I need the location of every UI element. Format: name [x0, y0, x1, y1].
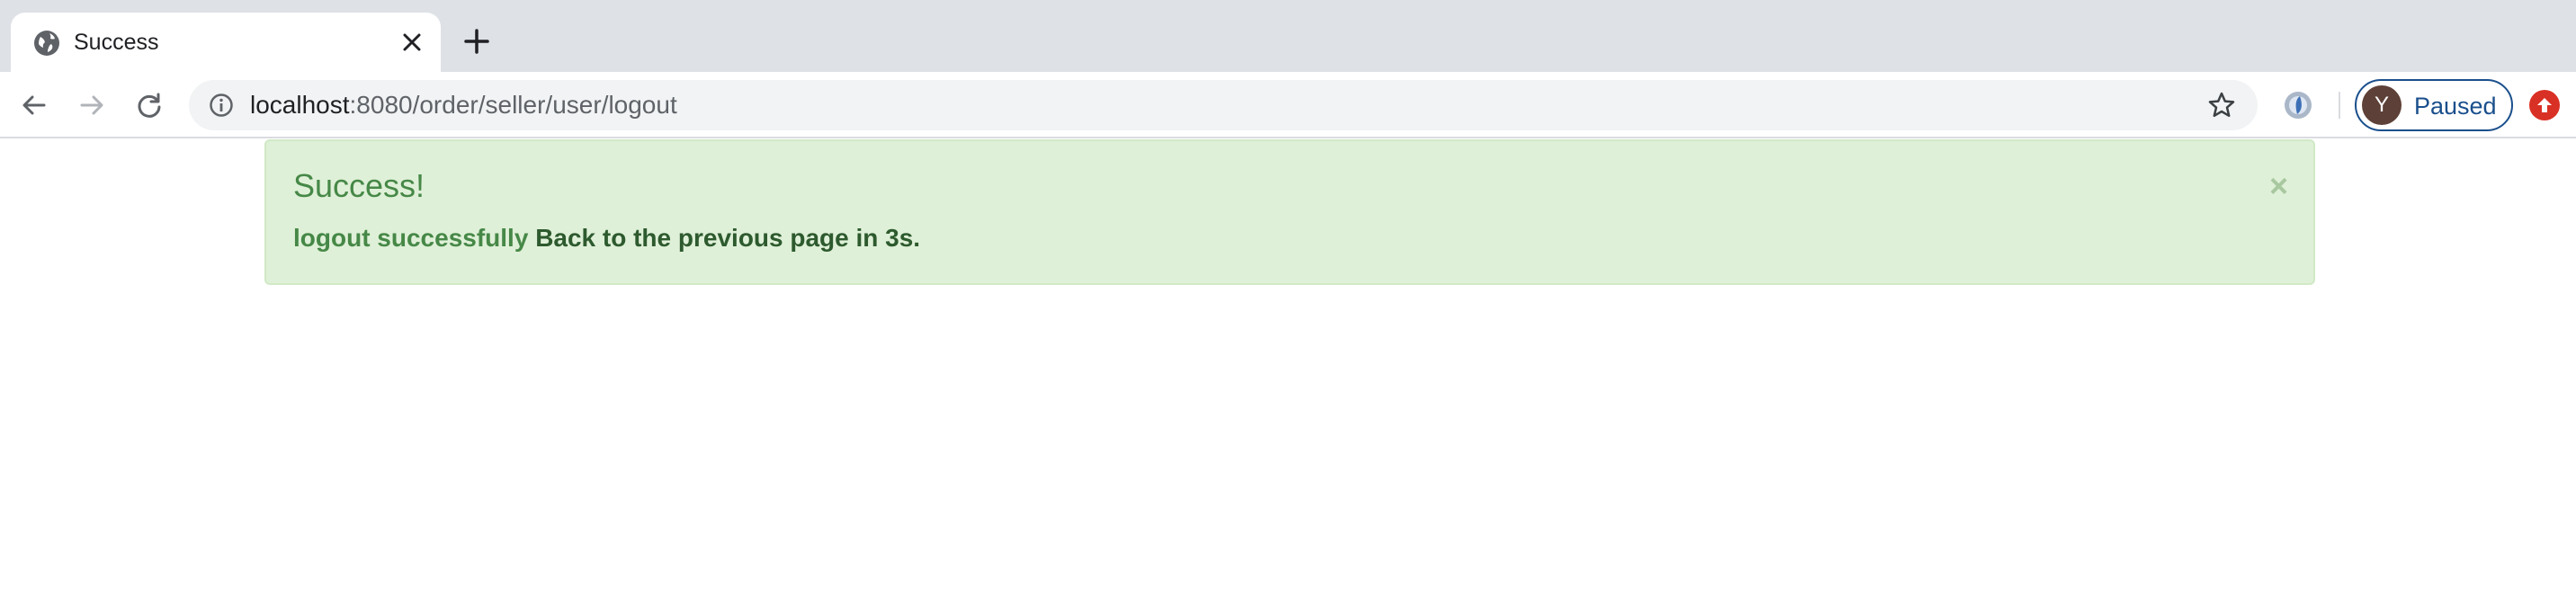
alert-heading: Success! [293, 167, 425, 204]
profile-status-label: Paused [2414, 93, 2497, 120]
globe-icon [32, 29, 61, 58]
arrow-right-icon[interactable] [72, 85, 112, 125]
close-icon[interactable]: × [2269, 168, 2288, 204]
tab-strip: Success [0, 0, 2576, 72]
browser-toolbar: localhost:8080/order/seller/user/logout … [0, 72, 2576, 138]
profile-button[interactable]: Y Paused [2355, 79, 2513, 131]
tab-title: Success [74, 30, 159, 55]
success-alert: Success! logout successfully Back to the… [264, 139, 2315, 285]
alert-countdown: Back to the previous page in 3s. [535, 224, 921, 252]
browser-tab[interactable]: Success [11, 13, 441, 72]
extension-icon[interactable] [2281, 88, 2315, 122]
star-icon[interactable] [2205, 89, 2238, 121]
address-bar[interactable]: localhost:8080/order/seller/user/logout [189, 80, 2258, 130]
update-arrow-icon[interactable] [2529, 90, 2560, 120]
url-host: localhost [250, 91, 350, 119]
arrow-left-icon[interactable] [14, 85, 54, 125]
avatar: Y [2362, 85, 2402, 125]
plus-icon[interactable] [459, 23, 495, 59]
close-icon[interactable] [398, 28, 426, 57]
alert-message: logout successfully [293, 224, 529, 252]
info-icon[interactable] [207, 91, 236, 120]
toolbar-separator [2339, 92, 2340, 119]
url-text: localhost:8080/order/seller/user/logout [250, 91, 677, 120]
alert-body: logout successfully Back to the previous… [293, 222, 920, 254]
reload-icon[interactable] [130, 85, 169, 125]
url-path: :8080/order/seller/user/logout [349, 91, 677, 119]
